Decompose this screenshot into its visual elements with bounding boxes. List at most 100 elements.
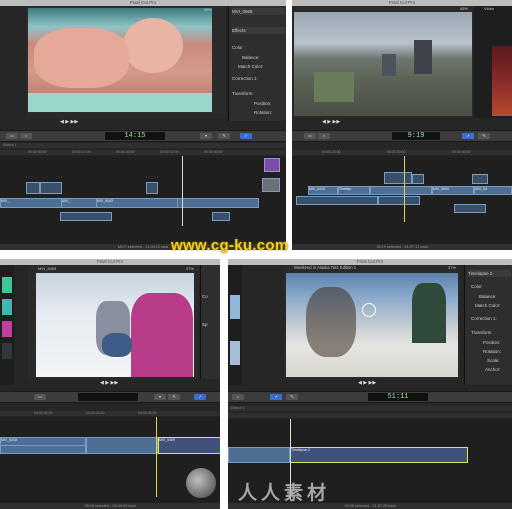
select-tool-button[interactable]: ➚ [462, 133, 474, 139]
inspector-transform[interactable]: Transform [471, 329, 511, 336]
zoom-label[interactable]: 45% [460, 6, 468, 11]
inspector-balance: Balance: [242, 55, 260, 60]
sidebar-thumbnails [228, 265, 242, 385]
timeline-clip[interactable]: MVI_5418 [308, 186, 338, 195]
status-bar: 26:19 selected - 01:57:12 total [292, 244, 512, 250]
zoom-label[interactable]: 46% [204, 7, 212, 12]
play-controls[interactable]: ◀ ▶ ▶▶ [358, 380, 376, 386]
connected-clip[interactable] [472, 174, 488, 184]
playhead[interactable] [182, 156, 183, 226]
edition-bar: Edition 1 [228, 406, 512, 411]
inspector-position: Position: [483, 340, 501, 345]
toolbar-button[interactable]: ⌂ [232, 394, 244, 400]
timeline-clip[interactable]: MVI_5600 [432, 186, 474, 195]
timecode-display [78, 393, 138, 401]
toolbar-button[interactable]: ▭ [304, 133, 316, 139]
edition-bar: Edition 1 [0, 143, 286, 148]
connected-clip[interactable] [296, 196, 378, 205]
playhead[interactable] [404, 156, 405, 222]
timeline-ruler: 00:00:02:00 00:00:04:00 00:00:06:00 [0, 411, 220, 416]
timeline-clip[interactable]: MVI_ [61, 198, 97, 208]
timeline-clip[interactable]: MVI_5443 [96, 198, 178, 208]
ruler-tick: 00:00:06:00 [138, 411, 157, 415]
timeline-clip-selected[interactable]: Timelapse 2 [290, 447, 468, 463]
connected-clip[interactable] [40, 182, 62, 194]
watermark-logo-icon [186, 468, 216, 498]
zoom-label[interactable]: 37% [448, 265, 456, 270]
viewer-baby: 46% [26, 6, 226, 118]
timecode-display: 9:19 [392, 132, 440, 140]
connected-clip[interactable] [384, 172, 412, 184]
select-tool-button[interactable]: ➚ [194, 394, 206, 400]
connected-clip[interactable] [60, 212, 112, 221]
timeline-clip[interactable]: Timelap [338, 186, 370, 195]
toolbar: ▭ ⌂ 14:15 ▾ ✎ ➚ [0, 130, 286, 142]
inspector-position: Position: [254, 101, 272, 106]
timeline-clip[interactable]: MVI_54 [474, 186, 512, 195]
inspector-correction[interactable]: Correction 1: [232, 75, 285, 82]
toolbar-button[interactable]: ⌂ [318, 133, 330, 139]
viewer-trees: Weekend in Alaska Tutz Edition 1 37% [284, 265, 460, 379]
timeline[interactable]: MVI_ MVI_ MVI_5443 [0, 156, 286, 244]
viewer-image [36, 273, 194, 377]
timeline-clip[interactable] [86, 437, 158, 454]
viewer-family: MVI_5469 37% [28, 265, 198, 379]
inspector-clip-name: MVI_0968 [232, 8, 285, 15]
ruler-tick: 00:00:40:00 [452, 150, 471, 154]
viewer-image [28, 8, 212, 112]
inspector-rotation: Rotation: [483, 349, 502, 354]
ruler-tick: 00:00:40:00 [204, 150, 223, 154]
inspector-correction[interactable]: Correction 1: [471, 315, 511, 322]
timeline-clip[interactable] [370, 186, 432, 195]
viewer-image [286, 273, 458, 377]
connected-clip[interactable] [26, 182, 40, 194]
play-controls[interactable]: ◀ ▶ ▶▶ [60, 119, 78, 125]
inspector-title: Timelapse 2 [468, 270, 511, 277]
connected-clip[interactable] [262, 178, 280, 192]
play-controls[interactable]: ◀ ▶ ▶▶ [100, 380, 118, 386]
inspector-section[interactable]: Effects [232, 27, 285, 34]
select-tool-button[interactable]: ➚ [270, 394, 282, 400]
ruler-tick: 00:00:30:00 [160, 150, 179, 154]
timeline-clip-selected[interactable]: MVI_5469 [158, 437, 220, 454]
toolbar-button[interactable]: ✎ [218, 133, 230, 139]
toolbar-button[interactable]: ▾ [154, 394, 166, 400]
toolbar: 9:19 ▭ ⌂ ➚ ✎ [292, 130, 512, 142]
viewer-label: Video [484, 6, 495, 11]
connected-clip[interactable] [378, 196, 420, 205]
inspector: Timelapse 2 Color Balance: Match Color: … [464, 265, 512, 385]
timeline-clip[interactable] [228, 447, 290, 463]
toolbar-button[interactable]: ▭ [6, 133, 18, 139]
panel-top-left: Final Cut Pro 46% ◀ ▶ ▶▶ MVI_0968 Effect… [0, 0, 286, 250]
connected-clip[interactable] [264, 158, 280, 172]
connected-clip[interactable] [212, 212, 230, 221]
toolbar-button[interactable]: ⌂ [20, 133, 32, 139]
timeline[interactable]: MVI_5418 Timelap MVI_5600 MVI_54 [292, 156, 512, 244]
toolbar-button[interactable]: ✎ [286, 394, 298, 400]
inspector-match: Match Color: [475, 303, 501, 308]
toolbar-button[interactable]: ✎ [168, 394, 180, 400]
playhead[interactable] [156, 417, 157, 497]
timeline-clip[interactable] [0, 445, 86, 454]
inspector-transform[interactable]: Transform [232, 90, 285, 97]
toolbar-button[interactable]: ✎ [478, 133, 490, 139]
select-tool-button[interactable]: ➚ [240, 133, 252, 139]
connected-clip[interactable] [146, 182, 158, 194]
toolbar-button[interactable]: ▾ [200, 133, 212, 139]
project-title: Weekend in Alaska Tutz Edition 1 [294, 265, 357, 270]
inspector-color[interactable]: Color [232, 44, 285, 51]
play-controls[interactable]: ◀ ▶ ▶▶ [322, 119, 340, 125]
connected-clip[interactable] [454, 204, 486, 213]
inspector-color[interactable]: Color [471, 283, 511, 290]
inspector-label: Sp [202, 322, 208, 327]
zoom-label[interactable]: 37% [186, 266, 194, 271]
toolbar-button[interactable]: ▭ [34, 394, 46, 400]
connected-clip[interactable] [412, 174, 424, 184]
timecode-display: 14:15 [105, 132, 165, 140]
side-viewer: Video [474, 6, 512, 118]
timeline-ruler: 00:00:20:00 00:00:30:00 00:00:40:00 [292, 150, 512, 155]
timeline-clip[interactable] [177, 198, 259, 208]
ruler-tick: 00:00:00:00 [28, 150, 47, 154]
timeline-ruler: 00:00:00:00 00:00:10:00 00:00:20:00 00:0… [0, 150, 286, 155]
timeline-clip[interactable]: MVI_ [0, 198, 62, 208]
